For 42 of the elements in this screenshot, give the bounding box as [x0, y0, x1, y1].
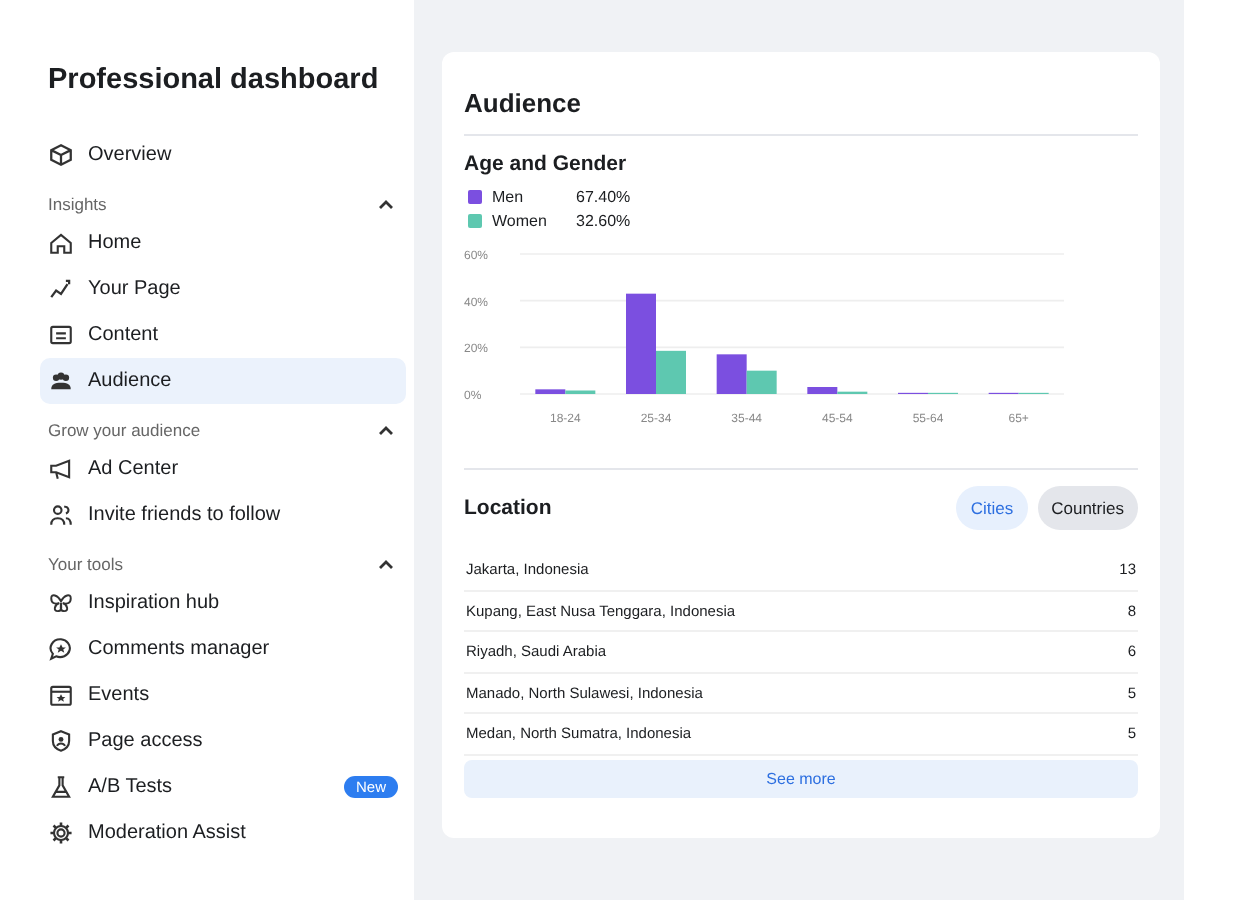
filter-tab[interactable]: Countries [1037, 486, 1138, 530]
sidebar-item[interactable]: Overview [40, 132, 406, 178]
see-more-button[interactable]: See more [464, 759, 1138, 797]
calendar-icon [48, 682, 74, 708]
sidebar-item[interactable]: Inspiration hub [40, 580, 406, 626]
megaphone-icon [48, 456, 74, 482]
legend-label: Women [492, 212, 549, 230]
section-title: Age and Gender [464, 152, 629, 176]
comment-icon [48, 636, 74, 662]
shield-icon [48, 728, 74, 754]
butterfly-icon [48, 590, 74, 616]
sidebar-item[interactable]: Content [40, 312, 406, 358]
filter-tab[interactable]: Cities [956, 486, 1028, 530]
cube-icon [48, 142, 74, 168]
section-title: Location [464, 496, 552, 520]
sidebar-item[interactable]: Comments manager [40, 626, 406, 672]
chevron-icon[interactable] [378, 558, 394, 570]
trend-icon [48, 276, 74, 302]
flask-icon [48, 774, 74, 800]
gear-icon [48, 820, 74, 846]
sidebar-item[interactable]: Invite friends to follow [40, 492, 406, 538]
section-header: Insights [48, 194, 107, 214]
sidebar-item[interactable]: Home [40, 220, 406, 266]
legend-label: Men [492, 188, 526, 206]
sidebar-item[interactable]: Ad Center [40, 446, 406, 492]
sidebar-item[interactable]: Page access [40, 718, 406, 764]
section-header: Your tools [48, 554, 123, 574]
legend-value: 67.40% [576, 188, 631, 206]
friends-icon [48, 502, 74, 528]
chevron-icon[interactable] [378, 424, 394, 436]
content-icon [48, 322, 74, 348]
page-heading: Audience [464, 88, 1138, 136]
chevron-icon[interactable] [378, 198, 394, 210]
legend-value: 32.60% [576, 212, 631, 230]
sidebar-item[interactable]: Events [40, 672, 406, 718]
sidebar-item[interactable]: Moderation Assist [40, 810, 406, 856]
people-icon [48, 368, 74, 394]
sidebar-title: Professional dashboard [48, 64, 381, 96]
sidebar-item[interactable]: Audience [40, 358, 406, 404]
home-icon [48, 230, 74, 256]
section-header: Grow your audience [48, 420, 201, 440]
sidebar-item[interactable]: Your Page [40, 266, 406, 312]
